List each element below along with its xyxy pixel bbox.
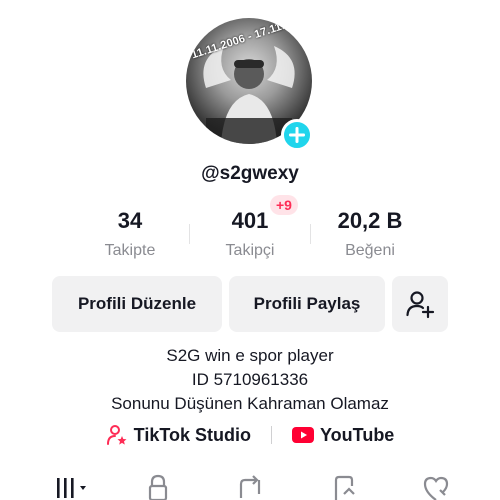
bio-line: ID 5710961336 (191, 370, 309, 389)
profile-tabs (0, 472, 500, 500)
tab-reposts[interactable] (232, 472, 268, 500)
bio-line: Sonunu Düşünen Kahraman Olamaz (111, 394, 389, 413)
link-separator (271, 426, 272, 444)
profile-links: TikTok Studio YouTube (0, 424, 500, 446)
bio-line: S2G win e spor player (166, 346, 334, 365)
plus-icon (289, 127, 305, 143)
stat-likes-label: Beğeni (345, 242, 395, 259)
tab-private[interactable] (140, 472, 176, 500)
new-followers-badge: +9 (270, 195, 298, 215)
youtube-label: YouTube (320, 424, 395, 445)
share-profile-button[interactable]: Profili Paylaş (229, 276, 385, 332)
edit-profile-label: Profili Düzenle (77, 294, 197, 313)
stat-followers-label: Takipçi (225, 242, 275, 259)
tab-liked[interactable] (418, 472, 454, 500)
tiktok-studio-label: TikTok Studio (133, 424, 251, 445)
tab-videos[interactable] (48, 472, 94, 500)
repost-icon (239, 475, 261, 498)
tiktok-studio-link[interactable]: TikTok Studio (106, 424, 251, 446)
stat-following-value: 34 (117, 208, 143, 233)
stat-following-label: Takipte (104, 242, 156, 259)
add-friend-button[interactable] (392, 276, 448, 332)
tab-favorites[interactable] (326, 472, 362, 500)
stat-likes-value: 20,2 B (337, 208, 403, 233)
username: @s2gwexy (201, 163, 299, 184)
heart-icon (423, 476, 449, 500)
share-profile-label: Profili Paylaş (253, 294, 361, 313)
grid-icon (57, 478, 86, 498)
edit-profile-button[interactable]: Profili Düzenle (52, 276, 222, 332)
stat-followers[interactable]: 401 Takipçi (190, 208, 310, 260)
youtube-icon (292, 427, 314, 443)
add-person-icon (406, 291, 435, 319)
add-avatar-plus-button[interactable] (281, 119, 313, 151)
youtube-link[interactable]: YouTube (292, 425, 394, 446)
stat-following[interactable]: 34 Takipte (70, 208, 190, 260)
bookmark-icon (334, 475, 355, 500)
studio-person-icon (106, 425, 127, 445)
lock-icon (148, 474, 168, 500)
stat-likes[interactable]: 20,2 B Beğeni (310, 208, 430, 260)
